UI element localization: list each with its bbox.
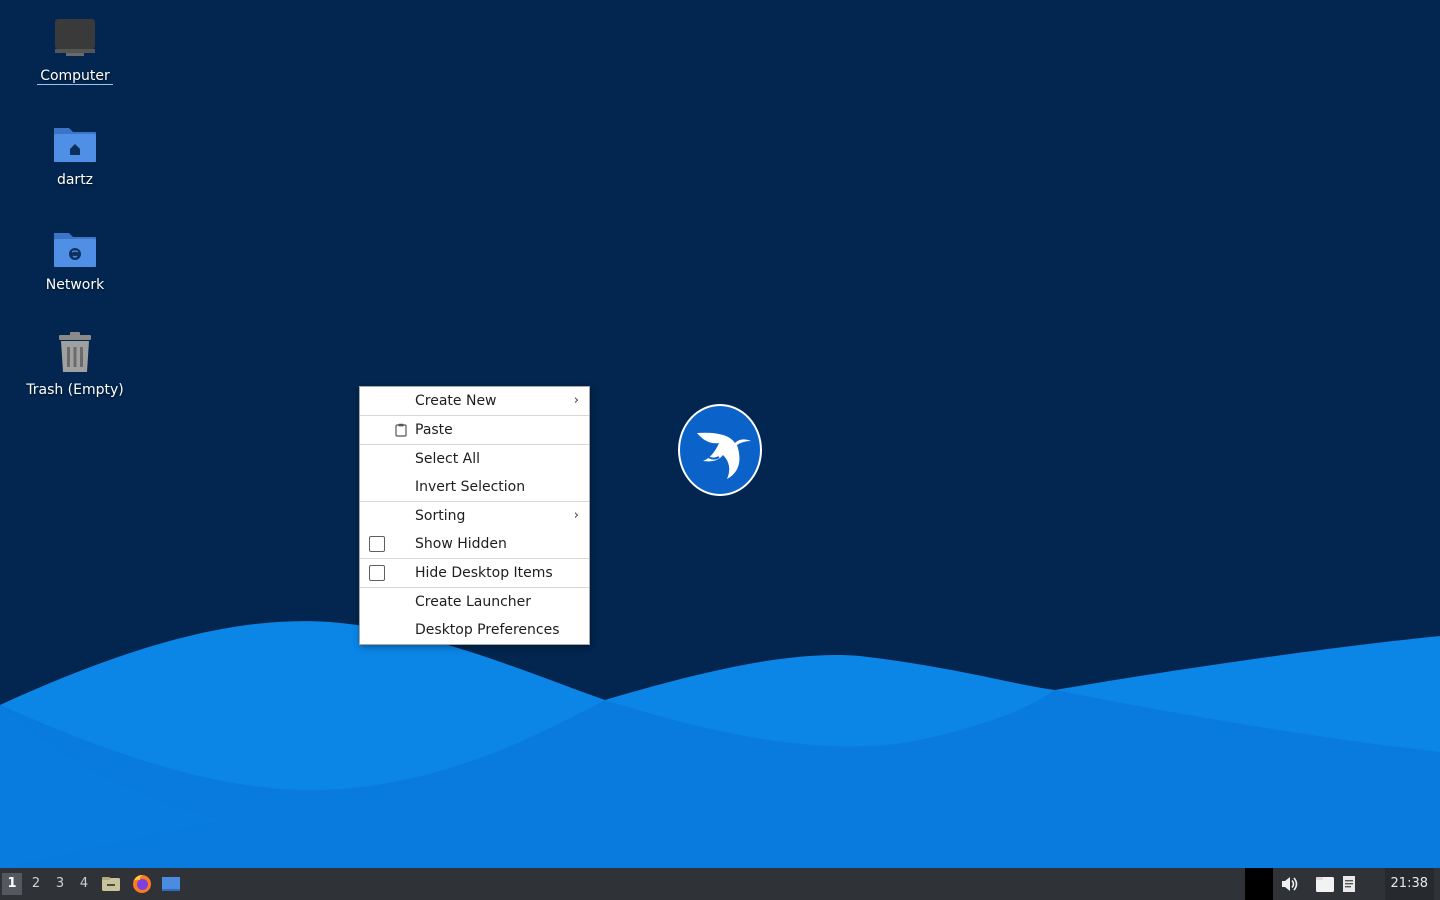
workspace-button-3[interactable]: 3 — [50, 873, 70, 895]
menu-item-invert-selection[interactable]: Invert Selection — [360, 473, 589, 502]
desktop[interactable]: Computer dartz Network Trash (Empty) Cre… — [0, 0, 1440, 868]
menu-item-label: Paste — [415, 422, 453, 438]
menu-item-hide-desktop-items[interactable]: Hide Desktop Items — [360, 559, 589, 588]
menu-item-label: Create Launcher — [415, 594, 532, 610]
volume-icon[interactable] — [1279, 874, 1299, 894]
workspace-button-4[interactable]: 4 — [74, 873, 94, 895]
hide-desktop-items-checkbox[interactable] — [369, 565, 385, 581]
desktop-icon-label: dartz — [56, 172, 94, 188]
chevron-right-icon: › — [573, 508, 579, 523]
menu-item-label: Show Hidden — [415, 536, 507, 552]
menu-item-desktop-preferences[interactable]: Desktop Preferences — [360, 616, 589, 644]
taskbar: 1 2 3 4 21:38 — [0, 868, 1440, 900]
chevron-right-icon: › — [573, 393, 579, 408]
desktop-icon-home[interactable]: dartz — [20, 120, 130, 188]
menu-item-create-new[interactable]: Create New › — [360, 387, 589, 416]
hummingbird-logo-icon — [678, 404, 762, 496]
file-manager-icon[interactable] — [100, 873, 122, 895]
trash-icon — [59, 332, 91, 372]
desktop-context-menu: Create New › Paste Select All Invert Sel… — [359, 386, 590, 645]
firefox-icon[interactable] — [131, 873, 153, 895]
desktop-icon-computer[interactable]: Computer — [20, 16, 130, 85]
menu-item-create-launcher[interactable]: Create Launcher — [360, 588, 589, 616]
clock[interactable]: 21:38 — [1384, 868, 1434, 900]
workspace-button-1[interactable]: 1 — [2, 873, 22, 895]
menu-item-sorting[interactable]: Sorting › — [360, 502, 589, 530]
paste-icon — [395, 423, 407, 437]
menu-item-label: Desktop Preferences — [415, 622, 560, 638]
clipboard-icon[interactable] — [1315, 874, 1335, 894]
desktop-icon-label: Computer — [37, 68, 113, 85]
desktop-icon-trash[interactable]: Trash (Empty) — [20, 330, 130, 398]
show-desktop-icon[interactable] — [160, 873, 182, 895]
desktop-icon-label: Network — [45, 277, 105, 293]
menu-item-label: Invert Selection — [415, 479, 526, 495]
computer-icon — [55, 19, 95, 56]
desktop-icon-label: Trash (Empty) — [26, 382, 124, 398]
menu-item-label: Sorting — [415, 508, 466, 524]
network-folder-icon — [54, 233, 96, 267]
menu-item-paste[interactable]: Paste — [360, 416, 589, 445]
desktop-icon-network[interactable]: Network — [20, 225, 130, 293]
menu-item-show-hidden[interactable]: Show Hidden — [360, 530, 589, 559]
menu-item-label: Select All — [415, 451, 480, 467]
workspace-button-2[interactable]: 2 — [26, 873, 46, 895]
menu-item-label: Hide Desktop Items — [415, 565, 553, 581]
tray-spacer — [1245, 868, 1273, 900]
menu-item-select-all[interactable]: Select All — [360, 445, 589, 473]
show-hidden-checkbox[interactable] — [369, 536, 385, 552]
notes-icon[interactable] — [1340, 874, 1360, 894]
menu-item-label: Create New — [415, 393, 497, 409]
home-folder-icon — [54, 128, 96, 162]
